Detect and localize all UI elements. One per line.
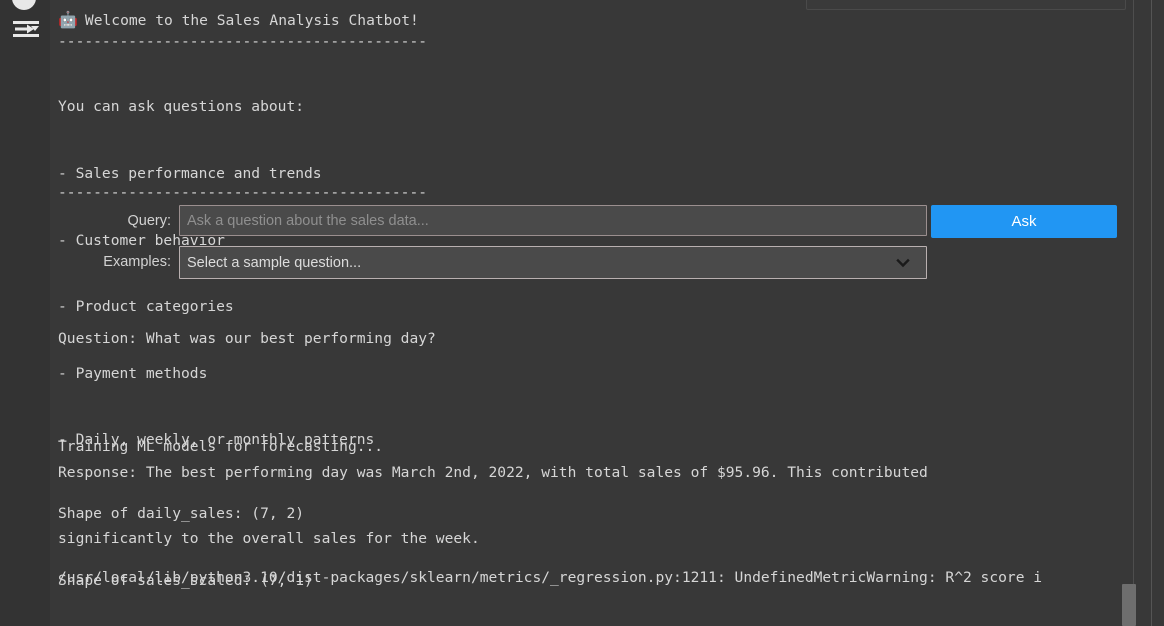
intro-heading: You can ask questions about: [58,98,305,116]
vertical-scrollbar[interactable] [1122,0,1150,626]
examples-select[interactable]: Select a sample question... [179,246,927,279]
notebook-output-pane: 🤖 Welcome to the Sales Analysis Chatbot!… [0,0,1164,626]
query-form: Query: Ask Examples: Select a sample que… [58,205,1128,287]
robot-icon: 🤖 [58,10,78,29]
separator-top: ----------------------------------------… [58,33,428,50]
run-cell-button[interactable] [12,0,36,10]
welcome-header: 🤖 Welcome to the Sales Analysis Chatbot! [58,9,419,32]
warning-output: /usr/local/lib/python3.10/dist-packages/… [58,523,1042,626]
warning-line: /usr/local/lib/python3.10/dist-packages/… [58,569,1043,587]
insert-cell-icon[interactable] [12,16,40,42]
training-line: Shape of daily_sales: (7, 2) [58,505,305,523]
console-output: 🤖 Welcome to the Sales Analysis Chatbot!… [50,0,1134,626]
query-row: Query: Ask [58,205,1128,238]
query-label: Query: [127,213,171,229]
examples-row: Examples: Select a sample question... [58,246,1128,279]
search-input[interactable] [179,205,927,236]
pane-divider-right [1151,0,1152,626]
welcome-title: Welcome to the Sales Analysis Chatbot! [84,12,419,29]
separator-bottom: ----------------------------------------… [58,184,428,201]
cell-gutter [0,0,50,626]
scrollbar-thumb[interactable] [1122,584,1136,626]
transcript-question: Question: What was our best performing d… [58,330,436,348]
ask-button[interactable]: Ask [931,205,1117,238]
examples-label: Examples: [103,254,171,270]
training-line: Training ML models for forecasting... [58,438,384,456]
